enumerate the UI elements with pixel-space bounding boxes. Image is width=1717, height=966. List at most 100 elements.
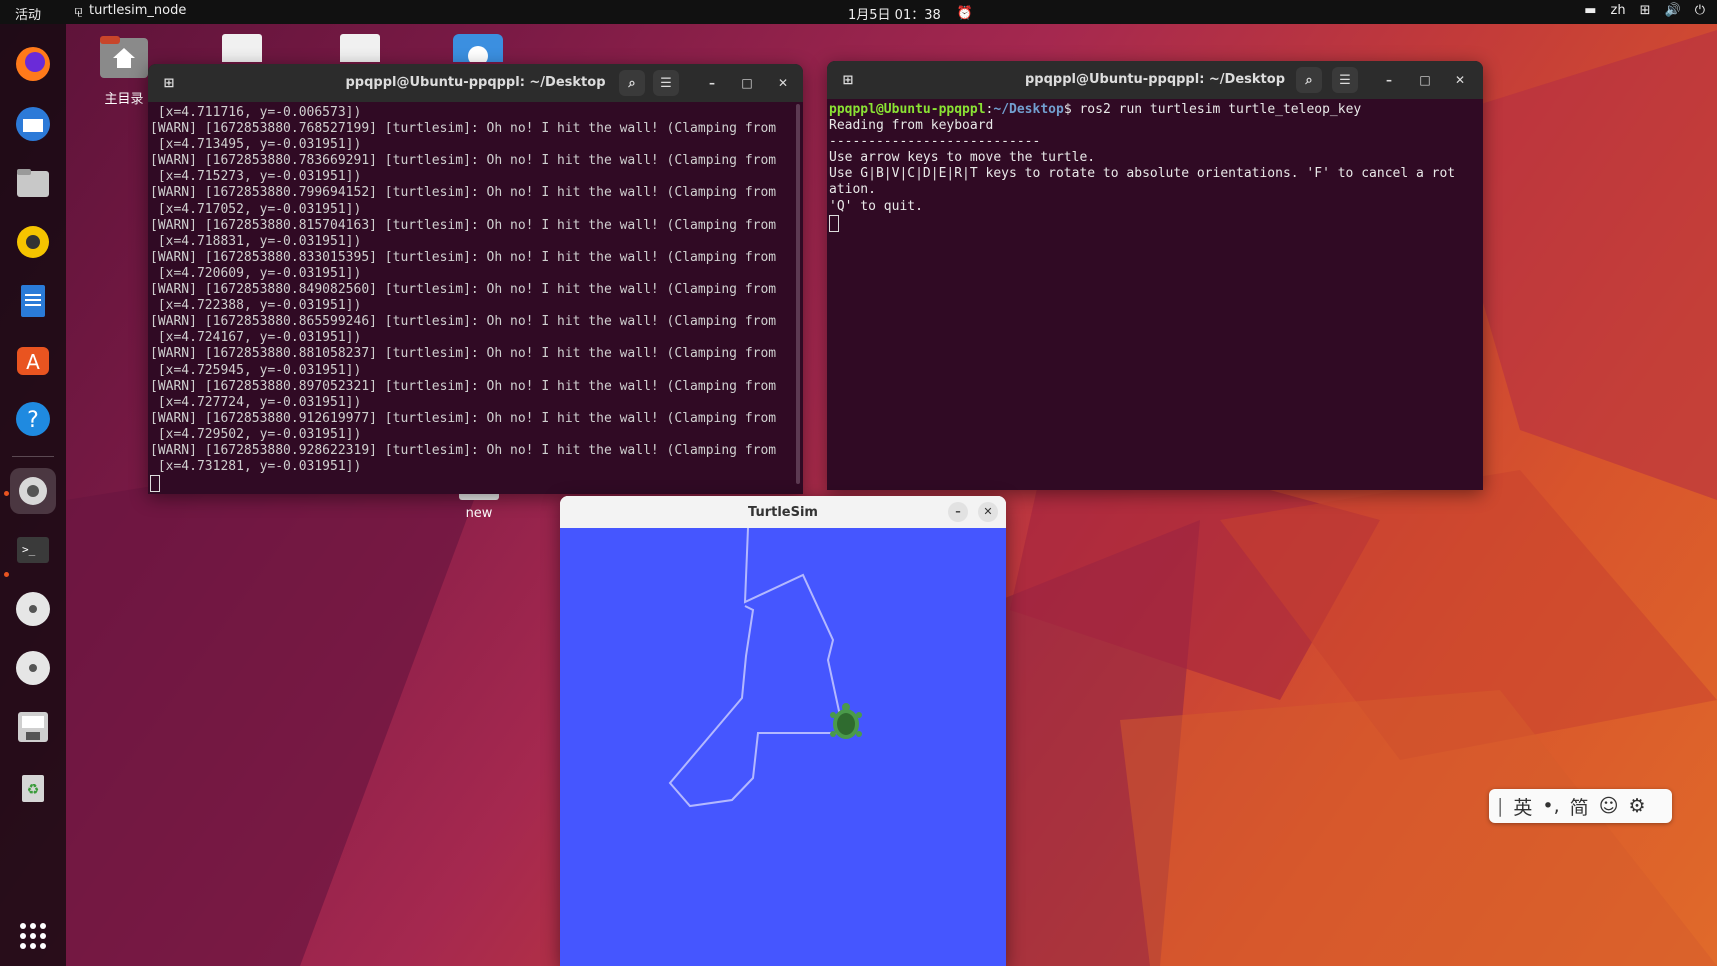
terminal-output[interactable]: ppqppl@Ubuntu-ppqppl:~/Desktop$ ros2 run…: [827, 99, 1483, 232]
terminal-line: [WARN] [1672853880.783669291] [turtlesim…: [150, 153, 777, 169]
desktop-settings-shortcut[interactable]: [452, 34, 504, 74]
terminal-titlebar[interactable]: ⊞ ppqppl@Ubuntu-ppqppl: ~/Desktop ⌕ ☰ – …: [827, 61, 1483, 99]
emoji-icon[interactable]: ☺: [1599, 795, 1619, 817]
menu-icon[interactable]: ☰: [653, 70, 679, 96]
language-indicator[interactable]: zh: [1611, 3, 1626, 18]
app-menu-label: turtlesim_node: [88, 3, 187, 18]
terminal-line: [x=4.717052, y=-0.031951]): [157, 201, 362, 217]
turtle-icon: [830, 703, 862, 739]
turtlesim-titlebar[interactable]: TurtleSim – ✕: [560, 496, 1006, 528]
terminal-window-left[interactable]: ⊞ ppqppl@Ubuntu-ppqppl: ~/Desktop ⌕ ☰ – …: [148, 64, 803, 494]
terminal-line: [WARN] [1672853880.799694152] [turtlesim…: [150, 185, 777, 201]
file-icon: [222, 34, 262, 74]
terminal-line: [WARN] [1672853880.865599246] [turtlesim…: [150, 314, 777, 330]
rhythmbox-icon[interactable]: [10, 219, 56, 265]
disc-icon[interactable]: [10, 586, 56, 632]
save-icon[interactable]: [10, 704, 56, 750]
svg-text:A: A: [26, 350, 40, 374]
terminal-line: 'Q' to quit.: [829, 198, 923, 214]
system-tray[interactable]: ▬ zh ⊞ 🔊 ⏻: [1584, 3, 1705, 18]
home-folder[interactable]: 主目录: [98, 34, 150, 107]
trash-icon[interactable]: ♻: [10, 763, 56, 809]
settings-icon[interactable]: [10, 468, 56, 514]
terminal-line: [x=4.724167, y=-0.031951]): [157, 330, 362, 346]
gear-icon: [453, 34, 503, 74]
prompt-path: ~/Desktop: [993, 102, 1064, 117]
app-menu[interactable]: ⚼ turtlesim_node: [74, 3, 186, 18]
terminal-line: Use arrow keys to move the turtle.: [829, 150, 1096, 166]
writer-icon[interactable]: [10, 278, 56, 324]
clock[interactable]: 1月5日 01：38 ⏰: [848, 4, 973, 23]
terminal-line: [WARN] [1672853880.928622319] [turtlesim…: [150, 442, 777, 458]
terminal-line: ---------------------------: [829, 134, 1041, 150]
search-icon[interactable]: ⌕: [1296, 67, 1322, 93]
terminal-titlebar[interactable]: ⊞ ppqppl@Ubuntu-ppqppl: ~/Desktop ⌕ ☰ – …: [148, 64, 803, 102]
terminal-line: [WARN] [1672853880.912619977] [turtlesim…: [150, 410, 777, 426]
app-center-icon[interactable]: A: [10, 337, 56, 383]
thunderbird-icon[interactable]: [10, 101, 56, 147]
network-icon[interactable]: ⊞: [1640, 3, 1651, 18]
ime-punct-toggle[interactable]: •,: [1542, 795, 1559, 817]
disc-icon-2[interactable]: [10, 645, 56, 691]
terminal-line: [x=4.718831, y=-0.031951]): [157, 233, 362, 249]
dock-separator: [12, 456, 54, 457]
minimize-icon[interactable]: –: [948, 502, 968, 522]
svg-text:?: ?: [27, 408, 39, 433]
app-icon: ⚼: [74, 3, 83, 18]
terminal-icon[interactable]: >_: [10, 527, 56, 573]
terminal-line: [WARN] [1672853880.897052321] [turtlesim…: [150, 378, 777, 394]
desktop-new-label: new: [465, 506, 493, 521]
maximize-icon[interactable]: □: [1416, 71, 1434, 89]
close-icon[interactable]: ✕: [1451, 71, 1469, 89]
terminal-line: Use G|B|V|C|D|E|R|T keys to rotate to ab…: [829, 166, 1456, 182]
gear-icon[interactable]: ⚙: [1629, 795, 1646, 817]
terminal-line: [x=4.727724, y=-0.031951]): [157, 394, 362, 410]
maximize-icon[interactable]: □: [738, 74, 756, 92]
display-icon[interactable]: ▬: [1584, 3, 1596, 18]
terminal-line: [x=4.725945, y=-0.031951]): [157, 362, 362, 378]
help-icon[interactable]: ?: [10, 396, 56, 442]
files-icon[interactable]: [10, 160, 56, 206]
turtlesim-window[interactable]: TurtleSim – ✕: [560, 496, 1006, 966]
ime-toolbar[interactable]: | 英 •, 简 ☺ ⚙: [1489, 789, 1672, 823]
terminal-line: [x=4.722388, y=-0.031951]): [157, 298, 362, 314]
terminal-line: [x=4.731281, y=-0.031951]): [157, 459, 362, 475]
terminal-cursor: [829, 214, 839, 232]
turtle-path: [668, 527, 862, 808]
terminal-line: [x=4.729502, y=-0.031951]): [157, 426, 362, 442]
ime-script-toggle[interactable]: 简: [1570, 793, 1589, 820]
terminal-line: Reading from keyboard: [829, 118, 994, 134]
app-grid-icon[interactable]: [10, 913, 56, 959]
close-icon[interactable]: ✕: [978, 502, 998, 522]
firefox-icon[interactable]: [10, 41, 56, 87]
desktop-new[interactable]: new: [454, 480, 504, 521]
file-icon: [340, 34, 380, 74]
terminal-window-right[interactable]: ⊞ ppqppl@Ubuntu-ppqppl: ~/Desktop ⌕ ☰ – …: [827, 61, 1483, 490]
svg-text:>_: >_: [22, 543, 36, 556]
close-icon[interactable]: ✕: [774, 74, 792, 92]
ime-drag-handle[interactable]: |: [1497, 795, 1503, 817]
desktop-file-1[interactable]: [222, 34, 262, 74]
terminal-line: [x=4.715273, y=-0.031951]): [157, 169, 362, 185]
ime-mode-toggle[interactable]: 英: [1513, 793, 1532, 820]
desktop-file-2[interactable]: [340, 34, 380, 74]
terminal-cursor: [150, 475, 160, 493]
activities-button[interactable]: 活动: [15, 4, 41, 23]
power-icon[interactable]: ⏻: [1695, 3, 1705, 18]
turtlesim-canvas: [560, 527, 1006, 966]
minimize-icon[interactable]: –: [1380, 71, 1398, 89]
svg-text:♻: ♻: [27, 782, 40, 798]
terminal-line: [x=4.711716, y=-0.006573]): [157, 105, 362, 120]
search-icon[interactable]: ⌕: [619, 70, 645, 96]
menu-icon[interactable]: ☰: [1332, 67, 1358, 93]
terminal-line: [WARN] [1672853880.849082560] [turtlesim…: [150, 282, 777, 298]
volume-icon[interactable]: 🔊: [1665, 3, 1681, 18]
terminal-line: [WARN] [1672853880.881058237] [turtlesim…: [150, 346, 777, 362]
running-indicator: [4, 491, 9, 496]
terminal-line: [WARN] [1672853880.833015395] [turtlesim…: [150, 249, 777, 265]
terminal-output[interactable]: [x=4.711716, y=-0.006573]) [WARN] [16728…: [148, 102, 803, 493]
scrollbar[interactable]: [796, 104, 800, 484]
terminal-line: [x=4.713495, y=-0.031951]): [157, 137, 362, 153]
minimize-icon[interactable]: –: [703, 74, 721, 92]
clock-label: 1月5日 01：38: [848, 8, 941, 23]
